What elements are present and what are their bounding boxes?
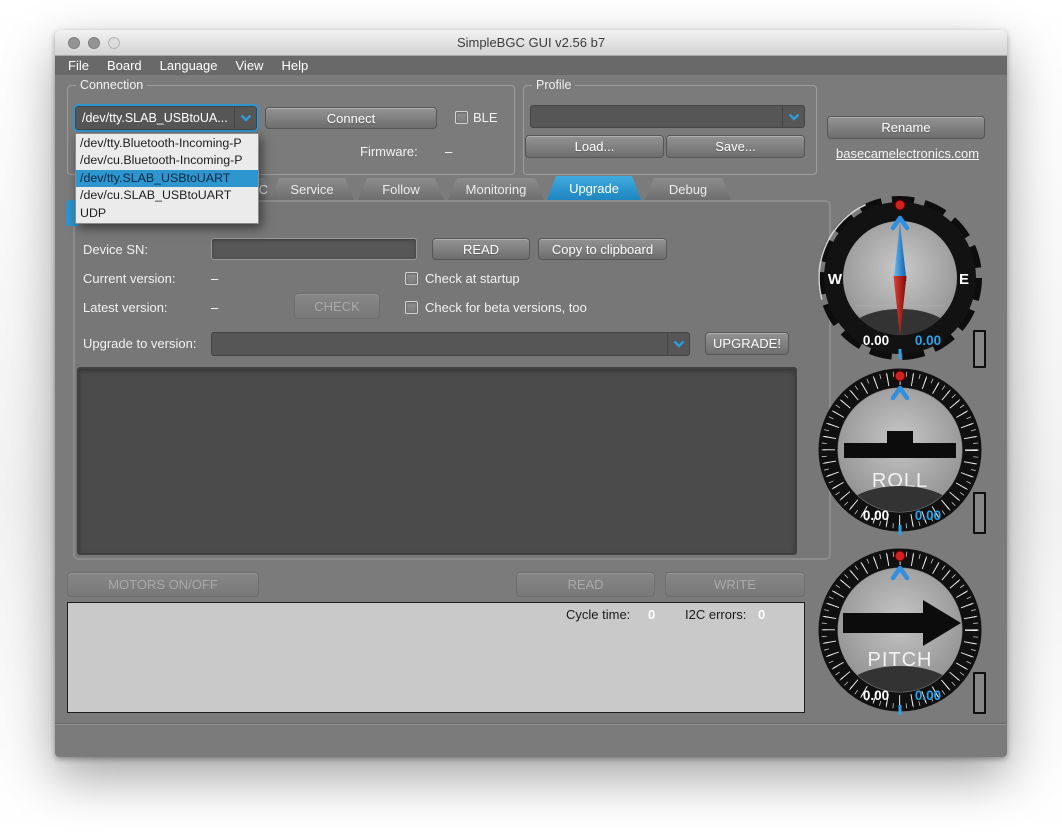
ble-checkbox-label: BLE <box>473 110 498 125</box>
tab-upgrade[interactable]: Upgrade <box>547 176 641 200</box>
yaw-compass-gauge: W E 0.00 0.00 <box>818 196 982 360</box>
check-version-button[interactable]: CHECK <box>294 293 380 319</box>
west-label: W <box>828 271 843 288</box>
ble-checkbox[interactable] <box>455 111 468 124</box>
serial-port-dropdown-list: /dev/tty.Bluetooth-Incoming-P /dev/cu.Bl… <box>75 133 259 224</box>
chevron-down-icon[interactable] <box>667 333 689 355</box>
tab-debug[interactable]: Debug <box>645 178 731 200</box>
port-option[interactable]: /dev/cu.Bluetooth-Incoming-P <box>76 152 258 169</box>
menu-file[interactable]: File <box>59 58 98 73</box>
firmware-value: – <box>445 144 453 159</box>
horizon-bar <box>844 443 956 458</box>
bottom-tick-marker <box>898 525 902 535</box>
serial-port-value: /dev/tty.SLAB_USBtoUA... <box>82 111 228 125</box>
upgrade-log-area[interactable] <box>77 367 797 555</box>
roll-value-white: 0.00 <box>863 508 889 523</box>
status-message-box: Cycle time: 0 I2C errors: 0 <box>67 602 805 713</box>
load-profile-button[interactable]: Load... <box>525 135 664 158</box>
connect-button[interactable]: Connect <box>265 107 437 129</box>
menu-help[interactable]: Help <box>272 58 317 73</box>
latest-version-value: – <box>211 300 219 315</box>
upgrade-to-version-label: Upgrade to version: <box>83 336 197 351</box>
upgrade-version-combobox[interactable] <box>211 332 690 356</box>
title-bar: SimpleBGC GUI v2.56 b7 <box>55 30 1007 56</box>
check-at-startup-label: Check at startup <box>425 271 520 286</box>
cycle-time-label: Cycle time: <box>566 607 631 622</box>
save-profile-button[interactable]: Save... <box>666 135 805 158</box>
yaw-value-blue: 0.00 <box>915 333 941 348</box>
upgrade-tab-panel: Device SN: READ Copy to clipboard Curren… <box>73 200 831 560</box>
port-option[interactable]: /dev/tty.Bluetooth-Incoming-P <box>76 135 258 152</box>
red-dot-marker <box>894 370 906 382</box>
copy-to-clipboard-button[interactable]: Copy to clipboard <box>538 238 667 260</box>
bottom-divider <box>55 723 1007 725</box>
window-title: SimpleBGC GUI v2.56 b7 <box>456 35 606 50</box>
read-sn-button[interactable]: READ <box>432 238 530 260</box>
current-version-label: Current version: <box>83 271 176 286</box>
cycle-time-value: 0 <box>648 607 656 622</box>
east-label: E <box>959 271 969 288</box>
port-option[interactable]: UDP <box>76 205 258 222</box>
firmware-label: Firmware: <box>360 144 418 159</box>
menu-language[interactable]: Language <box>151 58 227 73</box>
bottom-tick-marker <box>898 705 902 715</box>
roll-value-blue: 0.00 <box>915 508 941 523</box>
horizon-bar-bump <box>887 431 913 443</box>
current-version-value: – <box>211 271 219 286</box>
yaw-level-indicator <box>973 330 986 368</box>
read-settings-button[interactable]: READ <box>516 572 655 597</box>
upgrade-button[interactable]: UPGRADE! <box>705 332 789 355</box>
latest-version-label: Latest version: <box>83 300 168 315</box>
i2c-errors-label: I2C errors: <box>685 607 747 622</box>
basecam-website-link[interactable]: basecamelectronics.com <box>836 146 979 161</box>
profile-group-label: Profile <box>532 78 576 92</box>
check-at-startup-checkbox[interactable] <box>405 272 418 285</box>
yaw-value-white: 0.00 <box>863 333 889 348</box>
rename-profile-button[interactable]: Rename <box>827 116 985 139</box>
pitch-value-blue: 0.00 <box>915 688 941 703</box>
app-window: SimpleBGC GUI v2.56 b7 File Board Langua… <box>55 30 1007 757</box>
beta-versions-label: Check for beta versions, too <box>425 300 587 315</box>
motors-on-off-button[interactable]: MOTORS ON/OFF <box>67 572 259 597</box>
roll-level-indicator <box>973 492 986 534</box>
pitch-gauge: PITCH 0.00 0.00 <box>818 548 982 715</box>
menu-board[interactable]: Board <box>98 58 151 73</box>
chevron-down-icon[interactable] <box>782 106 804 127</box>
port-option[interactable]: /dev/cu.SLAB_USBtoUART <box>76 187 258 204</box>
roll-gauge: ROLL 0.00 0.00 <box>818 368 982 535</box>
menu-bar: File Board Language View Help <box>55 56 1007 75</box>
write-settings-button[interactable]: WRITE <box>665 572 805 597</box>
connection-group-label: Connection <box>76 78 148 92</box>
profile-group: Profile <box>523 78 817 175</box>
profile-combobox[interactable] <box>530 105 805 128</box>
device-sn-input[interactable] <box>211 238 417 260</box>
menu-view[interactable]: View <box>227 58 273 73</box>
pitch-level-indicator <box>973 672 986 714</box>
i2c-errors-value: 0 <box>758 607 766 622</box>
serial-port-combobox[interactable]: /dev/tty.SLAB_USBtoUA... <box>73 104 259 132</box>
tab-monitoring[interactable]: Monitoring <box>448 178 544 200</box>
pitch-value-white: 0.00 <box>863 688 889 703</box>
device-sn-label: Device SN: <box>83 242 149 257</box>
bottom-tick-marker <box>898 349 902 359</box>
red-dot-marker <box>894 550 906 562</box>
tab-service[interactable]: Service <box>270 178 354 200</box>
red-dot-marker <box>894 199 906 211</box>
chevron-down-icon[interactable] <box>234 107 256 129</box>
port-option-selected[interactable]: /dev/tty.SLAB_USBtoUART <box>76 169 258 188</box>
beta-versions-checkbox[interactable] <box>405 301 418 314</box>
tab-follow[interactable]: Follow <box>358 178 444 200</box>
